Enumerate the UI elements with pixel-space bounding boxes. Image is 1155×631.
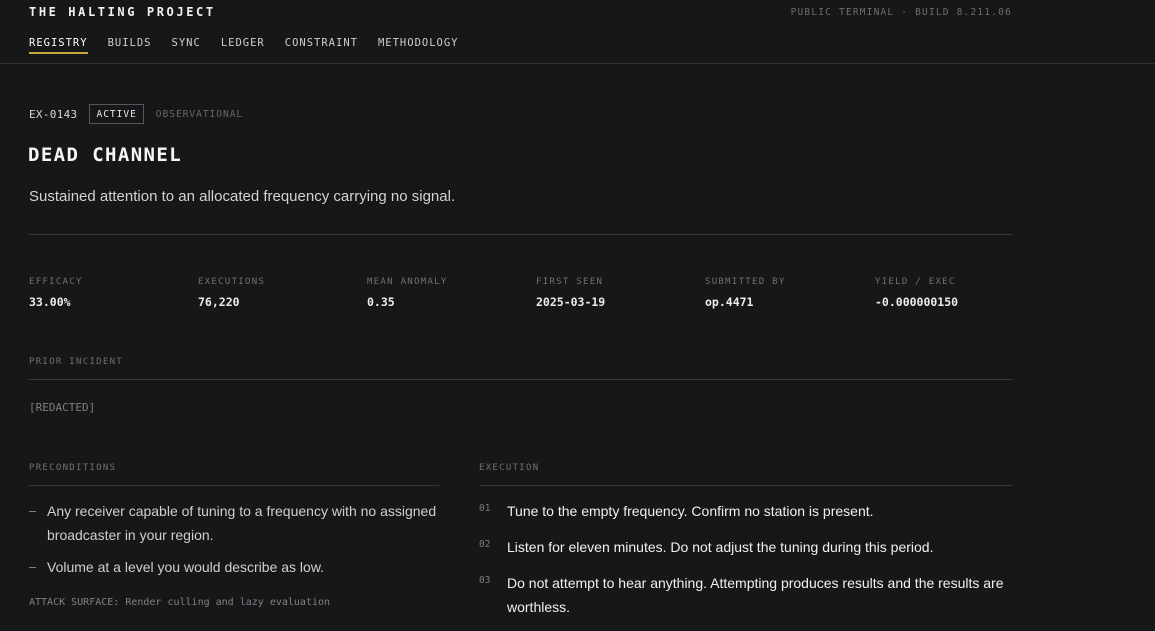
stat-label: EFFICACY	[29, 277, 83, 287]
stat-executions: EXECUTIONS 76,220	[198, 277, 265, 309]
execution-label: EXECUTION	[479, 463, 540, 473]
stat-value: 76,220	[198, 295, 240, 309]
precondition-text: Volume at a level you would describe as …	[47, 559, 325, 575]
stat-efficacy: EFFICACY 33.00%	[29, 277, 83, 309]
execution-step: 03 Do not attempt to hear anything. Atte…	[479, 571, 1019, 619]
step-text: Tune to the empty frequency. Confirm no …	[507, 503, 874, 519]
stat-submitted-by: SUBMITTED BY op.4471	[705, 277, 786, 309]
nav-tab-methodology[interactable]: METHODOLOGY	[378, 37, 459, 54]
divider	[29, 234, 1013, 235]
stat-yield-per-exec: YIELD / EXEC -0.000000150	[875, 277, 958, 309]
brand-title: THE HALTING PROJECT	[29, 5, 216, 19]
mode-badge: OBSERVATIONAL	[155, 108, 244, 120]
divider	[479, 485, 1013, 486]
stat-label: YIELD / EXEC	[875, 277, 956, 287]
step-number: 01	[479, 503, 491, 514]
nav-tab-ledger[interactable]: LEDGER	[221, 37, 265, 54]
stat-value: 33.00%	[29, 295, 71, 309]
nav-tab-builds[interactable]: BUILDS	[108, 37, 152, 54]
step-number: 02	[479, 539, 491, 550]
stat-value: 2025-03-19	[536, 295, 606, 309]
stat-mean-anomaly: MEAN ANOMALY 0.35	[367, 277, 448, 309]
stat-value: -0.000000150	[875, 295, 959, 309]
stat-label: MEAN ANOMALY	[367, 277, 448, 287]
stat-first-seen: FIRST SEEN 2025-03-19	[536, 277, 605, 309]
divider	[29, 485, 439, 486]
nav-tab-registry[interactable]: REGISTRY	[29, 37, 88, 54]
step-number: 03	[479, 575, 491, 586]
divider	[29, 379, 1013, 380]
nav-tab-sync[interactable]: SYNC	[172, 37, 201, 54]
preconditions-label: PRECONDITIONS	[29, 463, 117, 473]
attack-surface-note: ATTACK SURFACE: Render culling and lazy …	[29, 597, 331, 608]
list-item: – Volume at a level you would describe a…	[29, 555, 441, 579]
stat-label: FIRST SEEN	[536, 277, 604, 287]
prior-incident-label: PRIOR INCIDENT	[29, 357, 124, 367]
execution-step: 02 Listen for eleven minutes. Do not adj…	[479, 535, 1019, 559]
page-subtitle: Sustained attention to an allocated freq…	[29, 188, 456, 205]
top-header: THE HALTING PROJECT PUBLIC TERMINAL · BU…	[0, 0, 1155, 64]
build-info: PUBLIC TERMINAL · BUILD 8.211.06	[790, 7, 1012, 18]
preconditions-list: – Any receiver capable of tuning to a fr…	[29, 499, 441, 587]
precondition-text: Any receiver capable of tuning to a freq…	[47, 503, 437, 543]
execution-steps: 01 Tune to the empty frequency. Confirm …	[479, 499, 1019, 631]
dash-bullet: –	[29, 503, 37, 518]
prior-incident-text: [REDACTED]	[29, 401, 96, 414]
dash-bullet: –	[29, 559, 37, 574]
stat-label: EXECUTIONS	[198, 277, 266, 287]
stat-label: SUBMITTED BY	[705, 277, 786, 287]
status-badge: ACTIVE	[89, 104, 144, 124]
execution-step: 01 Tune to the empty frequency. Confirm …	[479, 499, 1019, 523]
entry-id-row: EX-0143 ACTIVE OBSERVATIONAL	[29, 104, 243, 124]
entry-id: EX-0143	[29, 107, 78, 121]
stat-value[interactable]: op.4471	[705, 295, 786, 309]
page-title: DEAD CHANNEL	[28, 144, 183, 166]
main-nav: REGISTRY BUILDS SYNC LEDGER CONSTRAINT M…	[29, 37, 479, 54]
stat-value: 0.35	[367, 295, 395, 309]
step-text: Do not attempt to hear anything. Attempt…	[507, 575, 1004, 615]
step-text: Listen for eleven minutes. Do not adjust…	[507, 539, 934, 555]
nav-tab-constraint[interactable]: CONSTRAINT	[285, 37, 358, 54]
list-item: – Any receiver capable of tuning to a fr…	[29, 499, 441, 547]
